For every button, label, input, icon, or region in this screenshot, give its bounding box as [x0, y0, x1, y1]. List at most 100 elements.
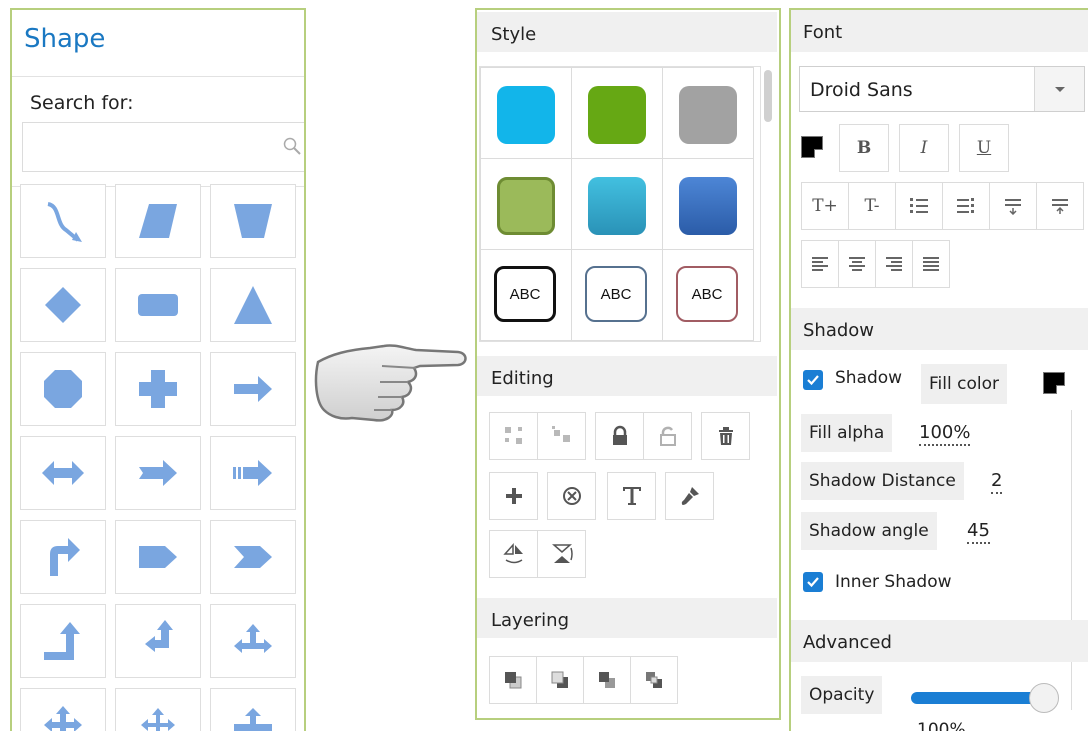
style-swatch-teal[interactable]: [571, 158, 663, 250]
bring-forward-icon: [599, 672, 615, 688]
italic-button[interactable]: I: [899, 124, 949, 172]
line-spacing-increase-button[interactable]: [989, 182, 1037, 230]
unlock-icon: [659, 426, 676, 446]
chevron-down-icon[interactable]: [1034, 67, 1084, 111]
shape-three-way-arrow[interactable]: [210, 604, 296, 678]
align-right-button[interactable]: [875, 240, 913, 288]
fill-alpha-label: Fill alpha: [801, 414, 893, 452]
shape-up-left-arrow[interactable]: [115, 604, 201, 678]
style-text-black[interactable]: ABC: [480, 249, 572, 341]
shape-double-arrow[interactable]: [20, 436, 106, 510]
style-abc-label: ABC: [676, 266, 738, 322]
flip-horizontal-icon: [502, 543, 523, 564]
style-swatch-green[interactable]: [571, 67, 663, 159]
shape-up-right-arrow[interactable]: [20, 604, 106, 678]
swatch: [588, 86, 646, 144]
numbered-list-button[interactable]: [895, 182, 943, 230]
style-swatch-cyan[interactable]: [480, 67, 572, 159]
ungroup-icon: [551, 426, 570, 442]
delete-button[interactable]: [701, 412, 750, 460]
triangle-icon: [234, 286, 272, 324]
lock-button[interactable]: [595, 412, 644, 460]
advanced-section-header: Advanced: [791, 620, 1088, 662]
align-justify-button[interactable]: [912, 240, 950, 288]
search-input[interactable]: [27, 127, 277, 167]
send-backward-icon: [646, 672, 662, 688]
flip-vertical-button[interactable]: [537, 530, 586, 578]
shape-trapezoid[interactable]: [210, 184, 296, 258]
line-spacing-decrease-button[interactable]: [1036, 182, 1084, 230]
font-family-select[interactable]: Droid Sans: [799, 66, 1085, 112]
scroll-thumb[interactable]: [764, 70, 772, 122]
unlock-button[interactable]: [643, 412, 692, 460]
shape-four-way-arrow[interactable]: [20, 688, 106, 731]
checkmark-icon: [807, 375, 819, 386]
style-abc-label: ABC: [494, 266, 556, 322]
bring-to-front-button[interactable]: [489, 656, 537, 704]
shape-bent-arrow[interactable]: [20, 520, 106, 594]
style-gallery: ABC ABC ABC: [479, 66, 761, 342]
swatch: [497, 86, 555, 144]
font-family-value: Droid Sans: [810, 79, 913, 101]
shape-connector[interactable]: [20, 184, 106, 258]
shape-parallelogram[interactable]: [115, 184, 201, 258]
add-button[interactable]: [489, 472, 538, 520]
opacity-slider[interactable]: [911, 692, 1041, 704]
shape-diamond[interactable]: [20, 268, 106, 342]
style-text-slate[interactable]: ABC: [571, 249, 663, 341]
search-icon[interactable]: [281, 135, 303, 157]
format-panel: Style ABC ABC ABC Editing Layering: [475, 8, 781, 720]
underline-button[interactable]: U: [959, 124, 1009, 172]
style-swatch-blue[interactable]: [662, 158, 754, 250]
shape-notched-arrow[interactable]: [115, 436, 201, 510]
shape-triangle[interactable]: [210, 268, 296, 342]
send-backward-button[interactable]: [630, 656, 678, 704]
search-box[interactable]: [22, 122, 304, 172]
search-label: Search for:: [30, 92, 134, 114]
align-left-button[interactable]: [801, 240, 839, 288]
shadow-checkbox[interactable]: [803, 370, 823, 390]
decrease-font-button[interactable]: T-: [848, 182, 896, 230]
font-color-picker[interactable]: [801, 136, 823, 158]
style-scrollbar[interactable]: [763, 68, 773, 344]
style-swatch-olive[interactable]: [480, 158, 572, 250]
bring-forward-button[interactable]: [583, 656, 631, 704]
style-text-rose[interactable]: ABC: [662, 249, 754, 341]
shadow-distance-value[interactable]: 2: [991, 470, 1003, 494]
increase-font-button[interactable]: T+: [801, 182, 849, 230]
shape-pentagon[interactable]: [115, 520, 201, 594]
style-abc-label: ABC: [585, 266, 647, 322]
inner-shadow-checkbox[interactable]: [803, 572, 823, 592]
shape-cross[interactable]: [115, 352, 201, 426]
align-right-icon: [886, 257, 902, 271]
numbered-list-icon: [910, 198, 928, 213]
shape-chevron[interactable]: [210, 520, 296, 594]
fill-color-button[interactable]: Fill color: [921, 364, 1007, 404]
trash-icon: [718, 427, 733, 445]
shadow-color-picker[interactable]: [1043, 372, 1065, 394]
shadow-checkbox-label: Shadow: [835, 368, 903, 388]
bullet-list-button[interactable]: [942, 182, 990, 230]
editing-section-header: Editing: [477, 356, 777, 396]
bold-button[interactable]: B: [839, 124, 889, 172]
plus-icon: [505, 488, 522, 504]
shape-striped-arrow[interactable]: [210, 436, 296, 510]
shape-rounded-rectangle[interactable]: [115, 268, 201, 342]
opacity-slider-thumb[interactable]: [1029, 683, 1059, 713]
flip-horizontal-button[interactable]: [489, 530, 538, 578]
group-button[interactable]: [489, 412, 538, 460]
fill-alpha-value[interactable]: 100%: [919, 422, 971, 446]
style-swatch-gray[interactable]: [662, 67, 754, 159]
shape-right-arrow[interactable]: [210, 352, 296, 426]
shape-octagon[interactable]: [20, 352, 106, 426]
shape-quad-arrow[interactable]: [115, 688, 201, 731]
align-center-button[interactable]: [838, 240, 876, 288]
shape-up-arrow-bar[interactable]: [210, 688, 296, 731]
text-button[interactable]: [607, 472, 656, 520]
send-to-back-button[interactable]: [536, 656, 584, 704]
brush-icon: [681, 487, 699, 505]
shadow-angle-value[interactable]: 45: [967, 520, 990, 544]
ungroup-button[interactable]: [537, 412, 586, 460]
connection-point-button[interactable]: [547, 472, 596, 520]
format-painter-button[interactable]: [665, 472, 714, 520]
